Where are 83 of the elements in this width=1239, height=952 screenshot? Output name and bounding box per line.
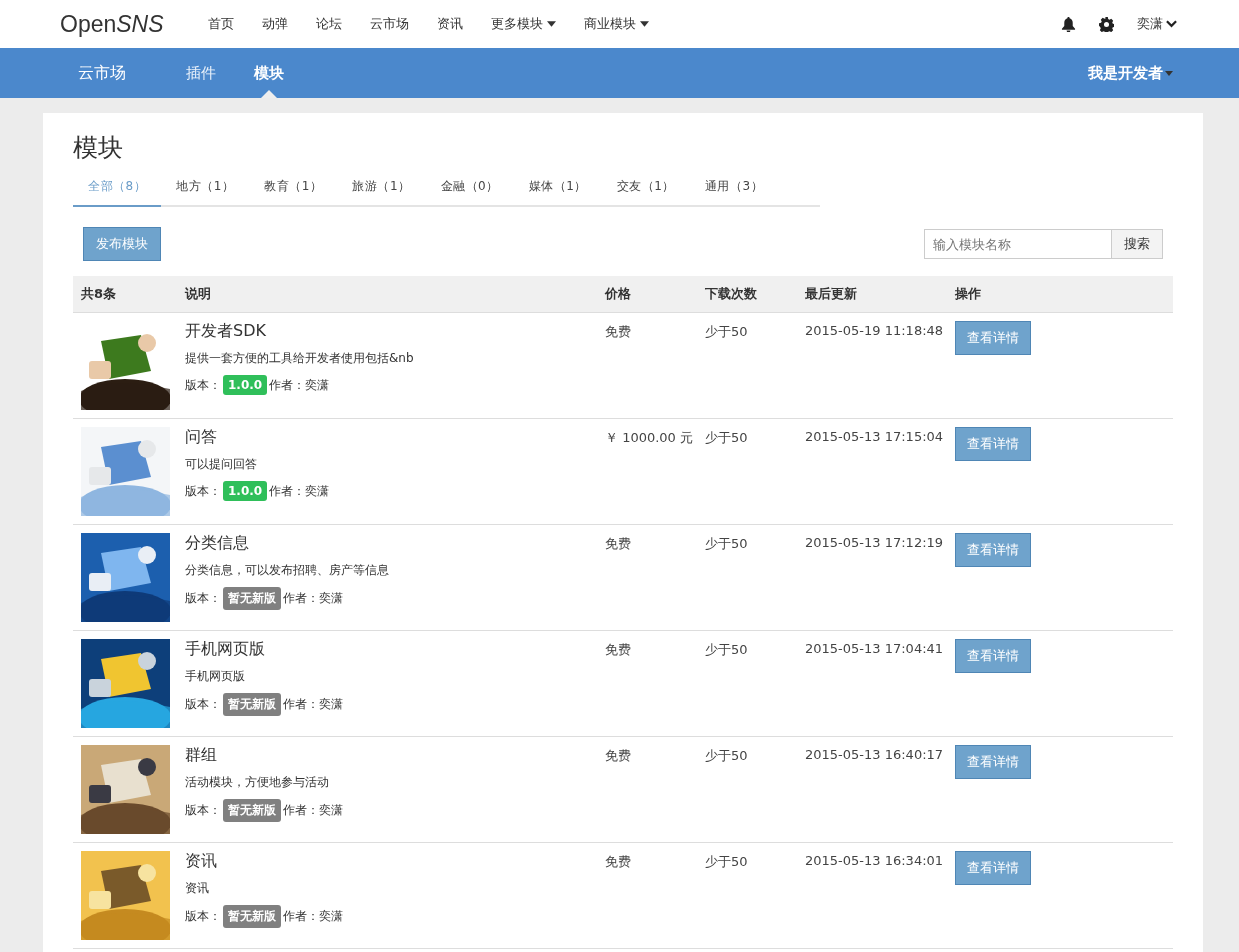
author-text: 作者：奕潇 <box>269 482 330 500</box>
subnav-tab[interactable]: 模块 <box>254 48 284 98</box>
module-name[interactable]: 手机网页版 <box>185 639 265 660</box>
developer-menu[interactable]: 我是开发者 <box>1088 63 1173 83</box>
updated-cell-text: 2015-05-13 17:12:19 <box>804 534 945 552</box>
downloads-cell-text: 少于50 <box>704 853 749 871</box>
price-cell-text: ￥ 1000.00 元 <box>604 429 695 447</box>
nav-link[interactable]: 更多模块 <box>477 15 570 33</box>
updated-cell-text: 2015-05-13 16:34:01 <box>804 852 945 870</box>
module-name[interactable]: 问答 <box>185 427 217 448</box>
logo[interactable]: OpenSNS <box>60 10 194 38</box>
column-header: 最后更新 <box>804 285 858 303</box>
version-label: 版本： <box>185 802 221 819</box>
version-badge: 暂无新版 <box>223 905 281 928</box>
updated-cell-text: 2015-05-19 11:18:48 <box>804 322 945 340</box>
updated-cell-text: 2015-05-13 17:15:04 <box>804 428 945 446</box>
user-menu[interactable]: 奕潇 <box>1137 15 1177 33</box>
module-description: 分类信息，可以发布招聘、房产等信息 <box>185 562 389 579</box>
nav-link[interactable]: 资讯 <box>423 15 477 33</box>
module-name[interactable]: 群组 <box>185 745 217 766</box>
category-tab[interactable]: 旅游（1） <box>337 178 426 207</box>
nav-link[interactable]: 云市场 <box>356 15 423 33</box>
category-tab[interactable]: 交友（1） <box>601 178 690 207</box>
version-label: 版本： <box>185 376 221 394</box>
author-text: 作者：奕潇 <box>283 590 343 607</box>
price-cell-text: 免费 <box>604 535 632 553</box>
version-label: 版本： <box>185 590 221 607</box>
nav-link[interactable]: 首页 <box>194 15 248 33</box>
version-badge: 1.0.0 <box>223 481 268 501</box>
author-text: 作者：奕潇 <box>283 908 343 925</box>
module-description: 可以提问回答 <box>185 456 257 473</box>
price-cell-text: 免费 <box>604 641 632 659</box>
version-badge: 暂无新版 <box>223 587 281 610</box>
module-name[interactable]: 资讯 <box>185 851 217 872</box>
version-label: 版本： <box>185 482 221 500</box>
nav-link[interactable]: 动弹 <box>248 15 302 33</box>
search-field[interactable]: 输入模块名称 <box>924 229 1112 259</box>
category-tab[interactable]: 地方（1） <box>161 178 250 207</box>
version-badge: 暂无新版 <box>223 693 281 716</box>
module-description: 资讯 <box>185 880 209 897</box>
module-name[interactable]: 开发者SDK <box>185 321 266 342</box>
column-header: 价格 <box>603 285 632 303</box>
downloads-cell-text: 少于50 <box>704 535 749 553</box>
updated-cell-text: 2015-05-13 16:40:17 <box>804 746 945 764</box>
category-tab[interactable]: 通用（3） <box>690 178 779 207</box>
downloads-cell-text: 少于50 <box>704 641 749 659</box>
search-button[interactable]: 搜索 <box>1112 229 1163 259</box>
author-text: 作者：奕潇 <box>269 376 330 394</box>
caret-icon <box>547 21 556 27</box>
bell-icon[interactable] <box>1061 16 1076 32</box>
settings-icon[interactable] <box>1099 16 1114 32</box>
module-name[interactable]: 分类信息 <box>185 533 249 554</box>
module-description: 手机网页版 <box>185 668 245 685</box>
downloads-cell-text: 少于50 <box>704 429 749 447</box>
column-header: 下载次数 <box>704 285 758 303</box>
column-header: 共8条 <box>80 285 118 303</box>
caret-icon <box>1165 70 1173 76</box>
section-title[interactable]: 云市场 <box>78 62 126 84</box>
downloads-cell-text: 少于50 <box>704 323 749 341</box>
nav-link[interactable]: 商业模块 <box>570 15 663 33</box>
chevron-icon <box>1166 20 1177 28</box>
version-badge: 暂无新版 <box>223 799 281 822</box>
category-tab[interactable]: 媒体（1） <box>513 178 602 207</box>
price-cell-text: 免费 <box>604 323 632 341</box>
price-cell-text: 免费 <box>604 747 632 765</box>
version-badge: 1.0.0 <box>223 375 268 395</box>
column-header: 操作 <box>954 285 982 303</box>
module-description: 活动模块，方便地参与活动 <box>185 774 329 791</box>
column-header: 说明 <box>183 285 212 303</box>
caret-icon <box>640 21 649 27</box>
category-tab[interactable]: 教育（1） <box>249 178 338 207</box>
version-label: 版本： <box>185 908 221 925</box>
author-text: 作者：奕潇 <box>283 696 343 713</box>
module-description: 提供一套方便的工具给开发者使用包括&nb <box>185 350 414 367</box>
downloads-cell-text: 少于50 <box>704 747 749 765</box>
author-text: 作者：奕潇 <box>283 802 343 819</box>
nav-link[interactable]: 论坛 <box>302 15 356 33</box>
version-label: 版本： <box>185 696 221 713</box>
updated-cell-text: 2015-05-13 17:04:41 <box>804 640 945 658</box>
page-title: 模块 <box>73 132 124 164</box>
pointer-icon <box>261 90 277 98</box>
price-cell-text: 免费 <box>604 853 632 871</box>
category-tab[interactable]: 金融（0） <box>425 178 514 207</box>
